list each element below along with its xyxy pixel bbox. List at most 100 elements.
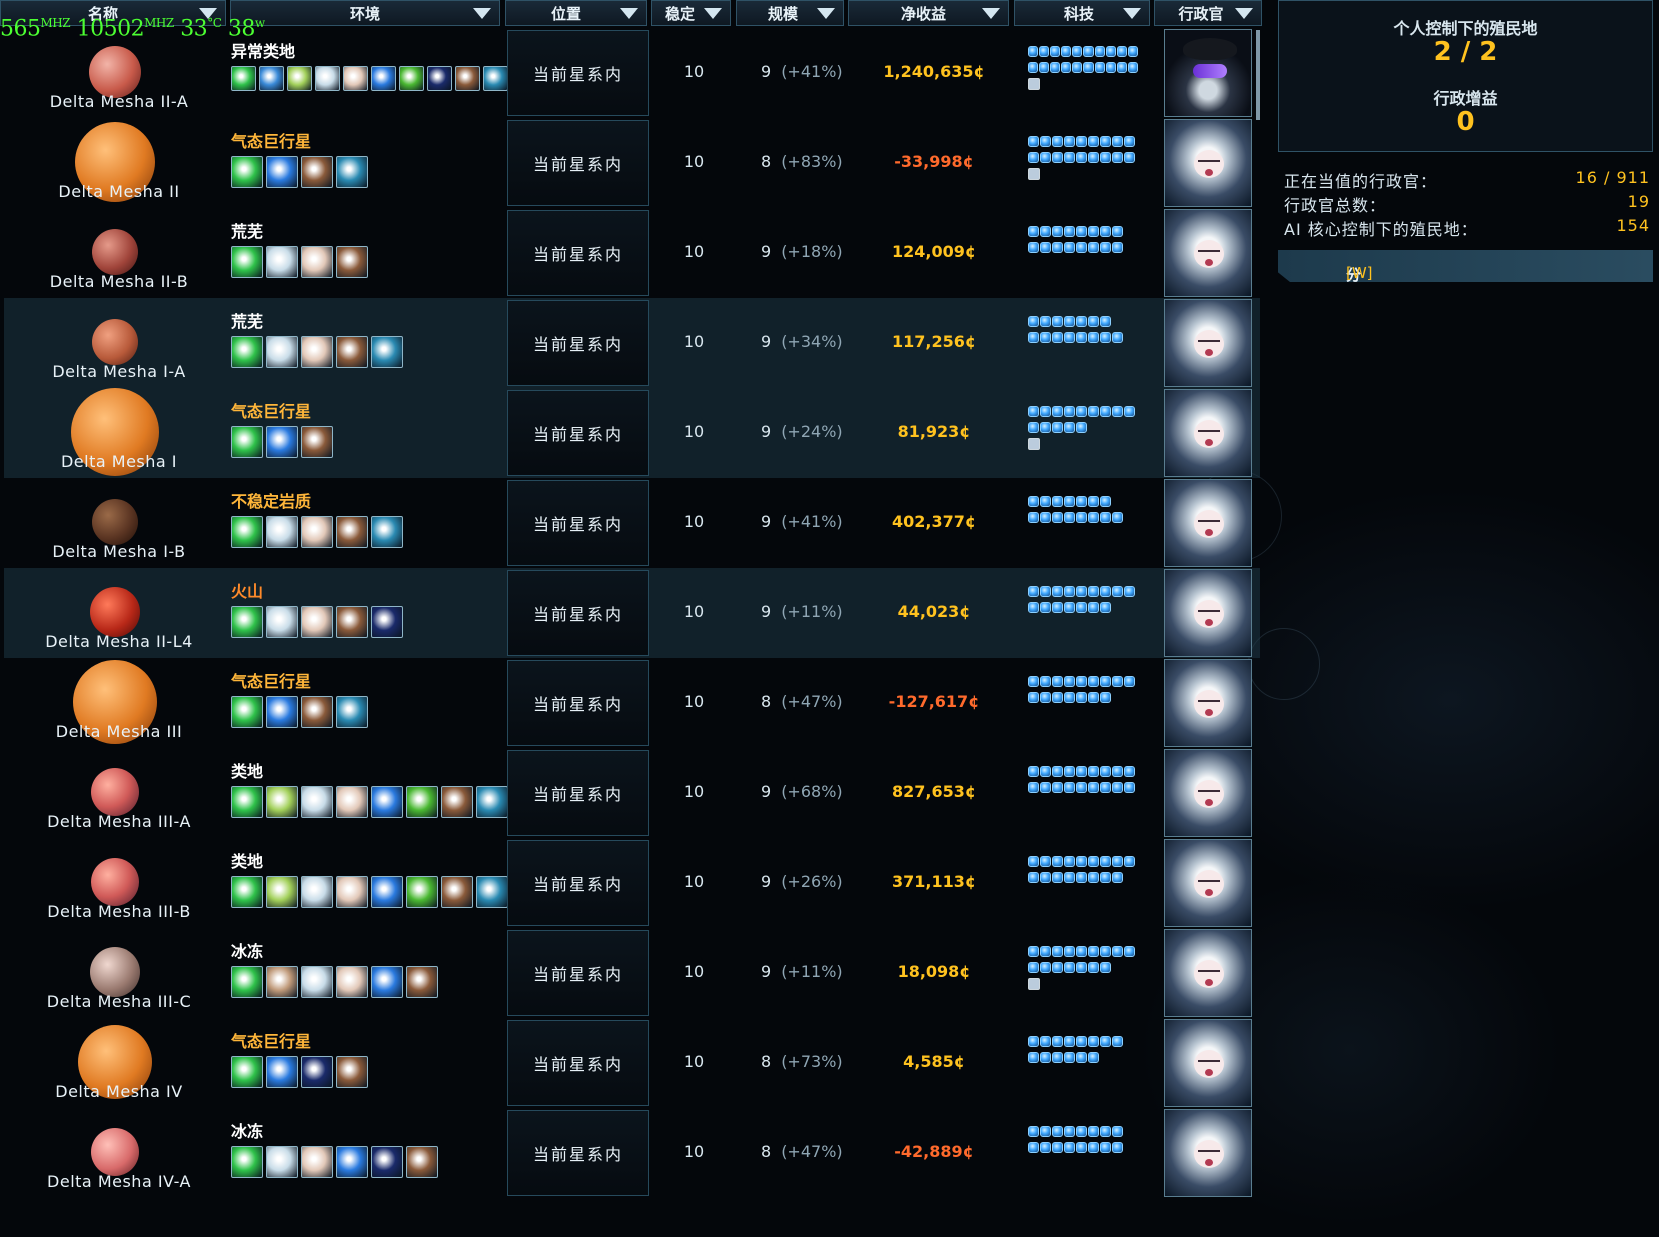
environment-icon xyxy=(266,966,298,998)
column-header-env[interactable]: 环境 xyxy=(230,0,500,26)
colony-row[interactable]: Delta Mesha III-B 类地 当前星系内 10 9 (+26%) 37… xyxy=(4,838,1260,928)
tech-icon xyxy=(1064,586,1075,597)
colony-name: Delta Mesha I-A xyxy=(52,362,186,381)
size-percent: (+41%) xyxy=(781,512,843,531)
tech-icon xyxy=(1040,856,1051,867)
tech-icon xyxy=(1052,872,1063,883)
tech-icon xyxy=(1100,1142,1111,1153)
admin-eyes xyxy=(1198,160,1220,166)
colony-name: Delta Mesha I xyxy=(60,452,177,471)
tech-row xyxy=(1028,332,1138,343)
admin-portrait[interactable] xyxy=(1164,749,1252,837)
tech-row xyxy=(1028,1126,1138,1137)
admin-portrait[interactable] xyxy=(1164,119,1252,207)
planet-icon[interactable] xyxy=(90,587,140,637)
tech-row xyxy=(1028,1036,1138,1047)
planet-icon[interactable] xyxy=(89,46,141,98)
info-active-admins: 正在当值的行政官： 16 / 911 xyxy=(1284,168,1650,192)
admin-portrait[interactable] xyxy=(1164,839,1252,927)
tech-icon xyxy=(1052,226,1063,237)
scrollbar-thumb[interactable] xyxy=(1256,30,1260,120)
admin-portrait[interactable] xyxy=(1164,1109,1252,1197)
admin-portrait[interactable] xyxy=(1164,1019,1252,1107)
tech-icon xyxy=(1076,676,1087,687)
admin-portrait[interactable] xyxy=(1164,209,1252,297)
tech-icon xyxy=(1052,946,1063,957)
colony-row[interactable]: Delta Mesha I-A 荒芜 当前星系内 10 9 (+34%) 117,… xyxy=(4,298,1260,388)
admin-portrait[interactable] xyxy=(1164,389,1252,477)
tech-icon xyxy=(1088,496,1099,507)
tech-icon xyxy=(1028,962,1039,973)
tech-icon xyxy=(1100,406,1111,417)
environment-icon xyxy=(336,606,368,638)
colony-row[interactable]: Delta Mesha III-A 类地 当前星系内 10 9 (+68%) 82… xyxy=(4,748,1260,838)
planet-icon[interactable] xyxy=(91,858,139,906)
tech-row xyxy=(1028,782,1138,793)
colony-row[interactable]: Delta Mesha III-C 冰冻 当前星系内 10 9 (+11%) 18… xyxy=(4,928,1260,1018)
environment-icon xyxy=(406,876,438,908)
size-value: 8 xyxy=(761,1142,772,1161)
stability-value: 10 xyxy=(683,782,705,801)
tech-icons xyxy=(1028,496,1138,528)
column-header-stability[interactable]: 稳定 xyxy=(651,0,731,26)
colony-row[interactable]: Delta Mesha I-B 不稳定岩质 当前星系内 10 9 (+41%) 4… xyxy=(4,478,1260,568)
admin-mouth xyxy=(1205,889,1213,896)
admin-mouth xyxy=(1205,709,1213,716)
admin-portrait[interactable] xyxy=(1164,929,1252,1017)
admin-portrait[interactable] xyxy=(1164,29,1252,117)
header-label: 环境 xyxy=(349,4,380,23)
colony-row[interactable]: Delta Mesha II-B 荒芜 当前星系内 10 9 (+18%) 124… xyxy=(4,208,1260,298)
planet-icon[interactable] xyxy=(92,499,138,545)
environment-icon xyxy=(266,876,298,908)
tech-icon xyxy=(1052,692,1063,703)
environment-icon xyxy=(301,156,333,188)
admin-portrait[interactable] xyxy=(1164,299,1252,387)
planet-icon[interactable] xyxy=(92,229,138,275)
planet-icon[interactable] xyxy=(92,319,138,365)
colony-row[interactable]: Delta Mesha II 气态巨行星 当前星系内 10 8 (+83%) -3… xyxy=(4,118,1260,208)
column-header-income[interactable]: 净收益 xyxy=(848,0,1009,26)
info-value: 16 / 911 xyxy=(1575,168,1650,187)
tech-icon xyxy=(1028,766,1039,777)
tech-icon xyxy=(1088,406,1099,417)
location-cell: 当前星系内 xyxy=(507,390,649,476)
planet-icon[interactable] xyxy=(91,1128,139,1176)
location-cell: 当前星系内 xyxy=(507,300,649,386)
stability-value: 10 xyxy=(683,962,705,981)
planet-icon[interactable] xyxy=(90,947,140,997)
column-header-location[interactable]: 位置 xyxy=(505,0,647,26)
tech-icon xyxy=(1064,332,1075,343)
location-cell: 当前星系内 xyxy=(507,930,649,1016)
tech-icon xyxy=(1064,872,1075,883)
environment-icon xyxy=(336,246,368,278)
tech-icon xyxy=(1112,242,1123,253)
tech-icon xyxy=(1076,316,1087,327)
colony-row[interactable]: Delta Mesha IV 气态巨行星 当前星系内 10 8 (+73%) 4,… xyxy=(4,1018,1260,1108)
net-income: 371,113¢ xyxy=(891,872,976,891)
column-header-size[interactable]: 规模 xyxy=(736,0,844,26)
net-income: 124,009¢ xyxy=(891,242,976,261)
colony-row[interactable]: Delta Mesha II-L4 火山 当前星系内 10 9 (+11%) 44… xyxy=(4,568,1260,658)
colony-row[interactable]: Delta Mesha IV-A 冰冻 当前星系内 10 8 (+47%) -42… xyxy=(4,1108,1260,1198)
colony-row[interactable]: Delta Mesha III 气态巨行星 当前星系内 10 8 (+47%) -… xyxy=(4,658,1260,748)
colony-row[interactable]: Delta Mesha I 气态巨行星 当前星系内 10 9 (+24%) 81,… xyxy=(4,388,1260,478)
assign-admin-button[interactable]: 分配行政官 [W] xyxy=(1278,250,1653,282)
tech-icon xyxy=(1028,512,1039,523)
tech-icon xyxy=(1064,602,1075,613)
tech-row xyxy=(1028,766,1138,777)
location-cell: 当前星系内 xyxy=(507,750,649,836)
tech-icon xyxy=(1064,1052,1075,1063)
colony-row[interactable]: Delta Mesha II-A 异常类地 当前星系内 10 9 (+41%) 1… xyxy=(4,28,1260,118)
environment-icon xyxy=(231,246,263,278)
size-value: 8 xyxy=(761,692,772,711)
column-header-tech[interactable]: 科技 xyxy=(1014,0,1150,26)
tech-icon xyxy=(1052,676,1063,687)
admin-portrait[interactable] xyxy=(1164,479,1252,567)
admin-portrait[interactable] xyxy=(1164,659,1252,747)
column-header-admin[interactable]: 行政官 xyxy=(1154,0,1262,26)
planet-icon[interactable] xyxy=(91,768,139,816)
tech-icons xyxy=(1028,676,1138,708)
size-value: 9 xyxy=(761,512,772,531)
admin-portrait[interactable] xyxy=(1164,569,1252,657)
tech-icon xyxy=(1100,676,1111,687)
